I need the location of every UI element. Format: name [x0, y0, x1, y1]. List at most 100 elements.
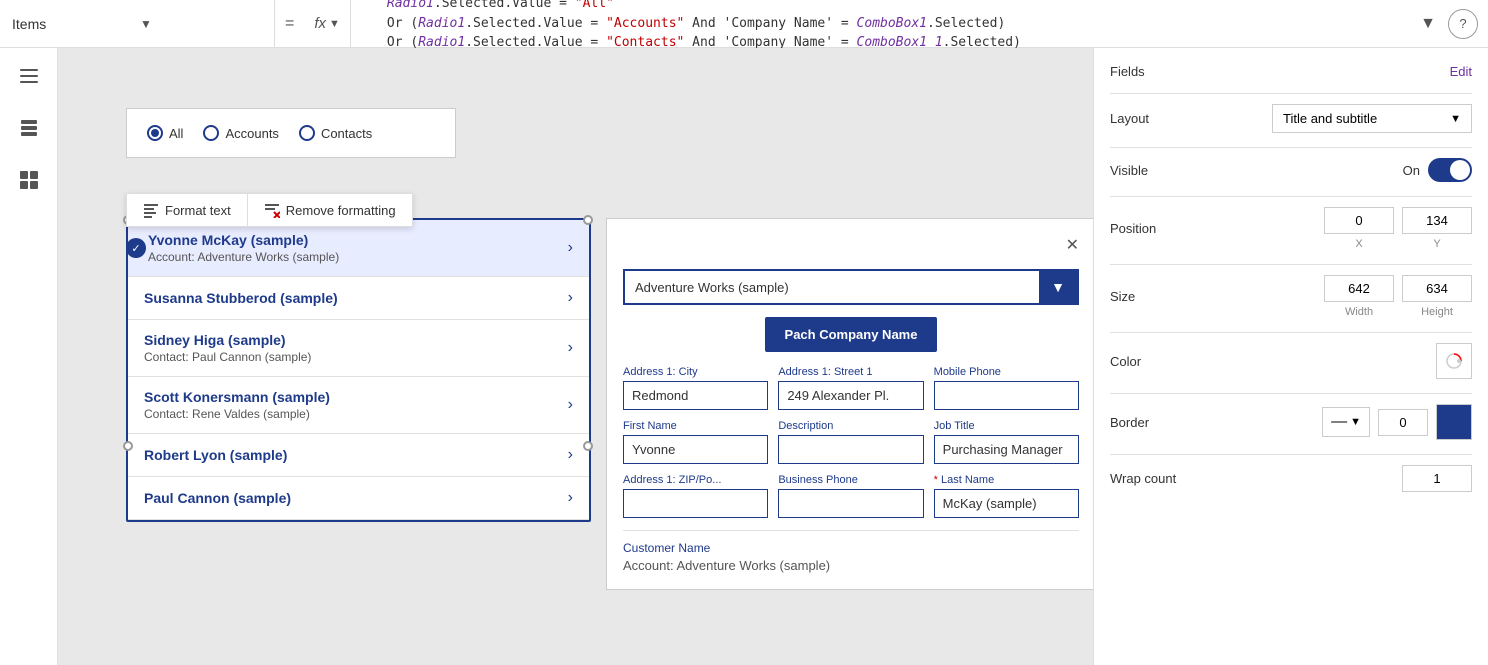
- field-bizphone-input[interactable]: [778, 489, 923, 518]
- list-item[interactable]: Scott Konersmann (sample) Contact: Rene …: [128, 377, 589, 434]
- detail-header: ✕: [623, 235, 1079, 255]
- detail-panel: ✕ ▼ Pach Company Name Address 1: City Ad…: [606, 218, 1093, 590]
- field-description: Description: [778, 420, 923, 464]
- section-divider: [1110, 196, 1472, 197]
- icon-sidebar: [0, 48, 58, 665]
- fields-edit-link[interactable]: Edit: [1450, 64, 1472, 79]
- equals-sign: =: [275, 15, 304, 33]
- field-lastname-input[interactable]: [934, 489, 1079, 518]
- items-dropdown[interactable]: Items ▼: [0, 0, 275, 47]
- formula-radio1: Radio1: [387, 0, 434, 11]
- field-jobtitle-input[interactable]: [934, 435, 1079, 464]
- wrap-count-label: Wrap count: [1110, 471, 1176, 486]
- fx-chevron-icon: ▼: [329, 18, 340, 30]
- list-item-sub: Contact: Paul Cannon (sample): [144, 350, 311, 364]
- list-item[interactable]: Robert Lyon (sample) ›: [128, 434, 589, 477]
- selection-handle-mr[interactable]: [583, 441, 593, 451]
- combo-input[interactable]: [625, 272, 1039, 303]
- pos-x-input[interactable]: [1324, 207, 1394, 234]
- border-style-select[interactable]: — ▼: [1322, 407, 1370, 437]
- selection-handle-tr[interactable]: [583, 215, 593, 225]
- field-city-input[interactable]: [623, 381, 768, 410]
- field-zip-input[interactable]: [623, 489, 768, 518]
- props-position-row: Position X Y: [1110, 207, 1472, 250]
- color-swatch[interactable]: [1436, 343, 1472, 379]
- position-label: Position: [1110, 221, 1156, 236]
- position-sublabels: X Y: [1324, 238, 1472, 250]
- sidebar-icon-layers[interactable]: [11, 110, 47, 146]
- field-city: Address 1: City: [623, 366, 768, 410]
- list-item-title: Sidney Higa (sample): [144, 332, 311, 348]
- h-sublabel: Height: [1402, 306, 1472, 318]
- format-toolbar: Format text Remove formatting: [126, 193, 413, 227]
- list-item-chevron-icon: ›: [568, 289, 573, 307]
- section-divider: [1110, 393, 1472, 394]
- wrap-count-input[interactable]: [1402, 465, 1472, 492]
- pos-y-input[interactable]: [1402, 207, 1472, 234]
- field-firstname-label: First Name: [623, 420, 768, 432]
- formula-expand-btn[interactable]: ▼: [1408, 15, 1448, 33]
- w-sublabel: Width: [1324, 306, 1394, 318]
- field-lastname-label: Last Name: [934, 474, 1079, 486]
- help-icon: ?: [1459, 16, 1466, 31]
- sidebar-icon-menu[interactable]: [11, 58, 47, 94]
- field-street-input[interactable]: [778, 381, 923, 410]
- format-text-btn[interactable]: Format text: [127, 194, 248, 226]
- size-w-input[interactable]: [1324, 275, 1394, 302]
- list-item-chevron-icon: ›: [568, 239, 573, 257]
- radio-contacts[interactable]: Contacts: [299, 125, 372, 141]
- props-color-row: Color: [1110, 343, 1472, 379]
- list-item-check-icon: ✓: [126, 238, 146, 258]
- customer-name-row: Customer Name Account: Adventure Works (…: [623, 530, 1079, 573]
- formula-combobox1: ComboBox1: [857, 16, 927, 31]
- remove-format-icon: [264, 202, 280, 218]
- dropdown-chevron-icon: ▼: [140, 17, 262, 31]
- fx-button[interactable]: fx ▼: [304, 0, 351, 47]
- border-num-input[interactable]: [1378, 409, 1428, 436]
- size-inputs: [1324, 275, 1472, 302]
- field-firstname-input[interactable]: [623, 435, 768, 464]
- layout-dropdown[interactable]: Title and subtitle ▼: [1272, 104, 1472, 133]
- field-description-input[interactable]: [778, 435, 923, 464]
- radio-accounts-label: Accounts: [225, 126, 278, 141]
- field-mobile-input[interactable]: [934, 381, 1079, 410]
- radio-accounts[interactable]: Accounts: [203, 125, 278, 141]
- combo-chevron-btn[interactable]: ▼: [1039, 271, 1077, 303]
- radio-all[interactable]: All: [147, 125, 183, 141]
- formula-or1: Or (: [387, 16, 418, 31]
- size-label: Size: [1110, 289, 1135, 304]
- layout-value: Title and subtitle: [1283, 111, 1377, 126]
- detail-close-btn[interactable]: ✕: [1066, 235, 1079, 255]
- list-item[interactable]: ✓ Yvonne McKay (sample) Account: Adventu…: [128, 220, 589, 277]
- props-size-row: Size Width Height: [1110, 275, 1472, 318]
- items-label: Items: [12, 16, 134, 32]
- visible-toggle[interactable]: [1428, 158, 1472, 182]
- list-item-content: Paul Cannon (sample): [144, 490, 291, 506]
- fx-label: fx: [314, 15, 326, 32]
- patch-btn[interactable]: Pach Company Name: [765, 317, 938, 352]
- list-item-title: Paul Cannon (sample): [144, 490, 291, 506]
- list-item-title: Robert Lyon (sample): [144, 447, 287, 463]
- radio-accounts-circle: [203, 125, 219, 141]
- list-item[interactable]: Paul Cannon (sample) ›: [128, 477, 589, 520]
- y-sublabel: Y: [1402, 238, 1472, 250]
- formula-or1b: .Selected.Value =: [465, 16, 606, 31]
- list-item[interactable]: Susanna Stubberod (sample) ›: [128, 277, 589, 320]
- list-item-chevron-icon: ›: [568, 396, 573, 414]
- list-item-chevron-icon: ›: [568, 489, 573, 507]
- list-item[interactable]: Sidney Higa (sample) Contact: Paul Canno…: [128, 320, 589, 377]
- help-button[interactable]: ?: [1448, 9, 1478, 39]
- remove-formatting-btn[interactable]: Remove formatting: [248, 194, 412, 226]
- field-bizphone-label: Business Phone: [778, 474, 923, 486]
- top-bar: Items ▼ = fx ▼ Filter( Contacts, Radio1.…: [0, 0, 1488, 48]
- field-zip: Address 1: ZIP/Po...: [623, 474, 768, 518]
- remove-formatting-label: Remove formatting: [286, 203, 396, 218]
- sidebar-icon-dashboard[interactable]: [11, 162, 47, 198]
- props-wrap-row: Wrap count: [1110, 465, 1472, 492]
- list-item-chevron-icon: ›: [568, 446, 573, 464]
- selection-handle-ml[interactable]: [123, 441, 133, 451]
- field-city-label: Address 1: City: [623, 366, 768, 378]
- size-h-input[interactable]: [1402, 275, 1472, 302]
- border-color-swatch[interactable]: [1436, 404, 1472, 440]
- radio-all-circle: [147, 125, 163, 141]
